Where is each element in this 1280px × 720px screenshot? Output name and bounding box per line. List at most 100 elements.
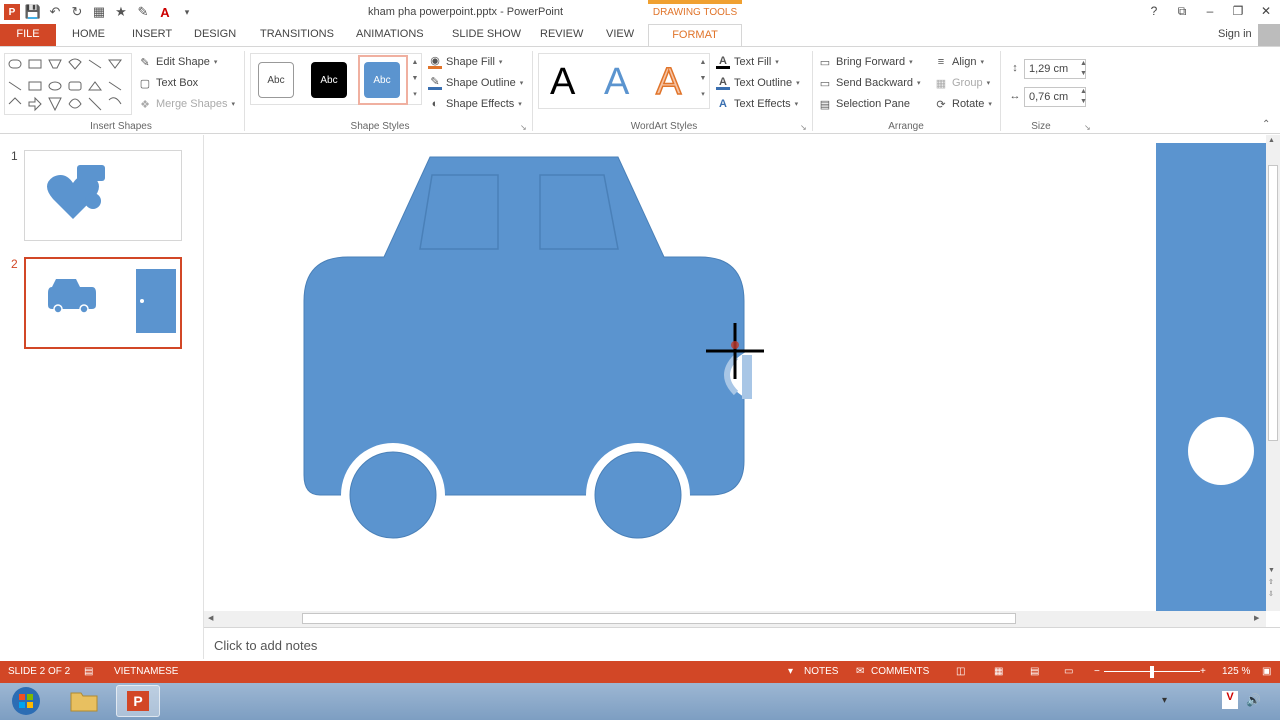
wordart-scroll[interactable]: ▲ ▼ ▾ bbox=[698, 55, 708, 103]
horizontal-scroll-thumb[interactable] bbox=[302, 613, 1016, 624]
file-explorer-button[interactable] bbox=[62, 685, 106, 717]
edit-shape-button[interactable]: ✎ Edit Shape ▾ bbox=[138, 53, 217, 71]
car-window-front bbox=[419, 174, 499, 250]
group-button[interactable]: ▦ Group ▾ bbox=[934, 74, 990, 92]
shape-effects-button[interactable]: ◐ Shape Effects ▾ bbox=[428, 95, 522, 113]
wordart-blue[interactable]: A bbox=[604, 61, 629, 104]
text-outline-button[interactable]: A Text Outline ▾ bbox=[716, 74, 800, 92]
slideshow-start-icon[interactable]: ▦ bbox=[90, 3, 108, 21]
slide-thumbnail-1[interactable] bbox=[24, 150, 182, 241]
merge-shapes-button[interactable]: ❖ Merge Shapes ▾ bbox=[138, 95, 235, 113]
quick-access-toolbar: P 💾 ↶ ↻ ▦ ★ ✎ A ▾ bbox=[4, 2, 196, 22]
tab-design[interactable]: DESIGN bbox=[186, 24, 244, 46]
undo-icon[interactable]: ↶ bbox=[46, 3, 64, 21]
zoom-out-icon[interactable]: − bbox=[1094, 666, 1100, 677]
tab-insert[interactable]: INSERT bbox=[124, 24, 180, 46]
volume-icon[interactable]: 🔊 bbox=[1246, 693, 1261, 707]
wordart-black[interactable]: A bbox=[550, 61, 575, 104]
shape-fill-button[interactable]: ◉ Shape Fill ▾ bbox=[428, 53, 502, 71]
avatar[interactable] bbox=[1258, 24, 1280, 46]
scroll-right-icon[interactable]: ▶ bbox=[1254, 614, 1259, 622]
minimize-button[interactable]: – bbox=[1196, 0, 1224, 22]
shape-height-input[interactable]: 1,29 cm bbox=[1024, 59, 1086, 79]
text-fill-icon: A bbox=[716, 55, 730, 69]
size-label: Size bbox=[1031, 121, 1051, 132]
slide-sorter-icon[interactable]: ▦ bbox=[994, 666, 1003, 677]
bring-forward-button[interactable]: ▭ Bring Forward ▾ bbox=[818, 53, 913, 71]
tray-label-icon: ▾ bbox=[1162, 695, 1168, 706]
wordart-orange[interactable]: A bbox=[655, 60, 682, 104]
normal-view-icon[interactable]: ◫ bbox=[956, 666, 965, 677]
slide-number: 1 bbox=[11, 149, 18, 163]
text-fill-button[interactable]: A Text Fill ▾ bbox=[716, 53, 779, 71]
dialog-launcher-icon[interactable]: ↘ bbox=[800, 123, 807, 132]
send-backward-button[interactable]: ▭ Send Backward ▾ bbox=[818, 74, 921, 92]
car-wheel-rear bbox=[349, 451, 437, 539]
close-button[interactable]: ✕ bbox=[1252, 0, 1280, 22]
zoom-level[interactable]: 125 % bbox=[1222, 666, 1250, 677]
vertical-scrollbar[interactable]: ▲ ▼ ⇧ ⇩ bbox=[1266, 135, 1280, 611]
drawing-tools-header: DRAWING TOOLS bbox=[648, 0, 742, 24]
tab-format[interactable]: FORMAT bbox=[648, 24, 742, 46]
shape-style-blue[interactable]: Abc bbox=[364, 62, 400, 98]
slide-thumbnail-2[interactable] bbox=[24, 257, 182, 349]
shape-style-black[interactable]: Abc bbox=[311, 62, 347, 98]
fit-to-window-icon[interactable]: ▣ bbox=[1262, 666, 1271, 677]
wordart-styles-label: WordArt Styles bbox=[630, 121, 698, 132]
selection-pane-button[interactable]: ▤ Selection Pane bbox=[818, 95, 910, 113]
sign-in-link[interactable]: Sign in bbox=[1218, 28, 1252, 40]
tab-view[interactable]: VIEW bbox=[598, 24, 642, 46]
shape-style-white[interactable]: Abc bbox=[258, 62, 294, 98]
scroll-nav-icon[interactable]: ▼ ⇧ ⇩ bbox=[1268, 565, 1275, 601]
shape-outline-button[interactable]: ✎ Shape Outline ▾ bbox=[428, 74, 523, 92]
rotate-button[interactable]: ⟳ Rotate ▾ bbox=[934, 95, 992, 113]
tab-home[interactable]: HOME bbox=[64, 24, 113, 46]
powerpoint-taskbar-button[interactable]: P bbox=[116, 685, 160, 717]
reading-view-icon[interactable]: ▤ bbox=[1030, 666, 1039, 677]
comments-toggle[interactable]: COMMENTS bbox=[871, 666, 929, 677]
collapse-ribbon-icon[interactable]: ⌃ bbox=[1262, 119, 1270, 130]
help-button[interactable]: ? bbox=[1140, 0, 1168, 22]
start-button[interactable] bbox=[4, 685, 48, 717]
shape-width-input[interactable]: 0,76 cm bbox=[1024, 87, 1086, 107]
tab-transitions[interactable]: TRANSITIONS bbox=[252, 24, 342, 46]
shapes-gallery[interactable] bbox=[4, 53, 132, 115]
horizontal-scrollbar[interactable]: ◀ ▶ bbox=[204, 611, 1266, 627]
zoom-in-icon[interactable]: + bbox=[1200, 666, 1206, 677]
slideshow-icon[interactable]: ▭ bbox=[1064, 666, 1073, 677]
gallery-scroll[interactable]: ▲ ▼ ▾ bbox=[410, 55, 420, 103]
tab-animations[interactable]: ANIMATIONS bbox=[348, 24, 432, 46]
tab-slide-show[interactable]: SLIDE SHOW bbox=[444, 24, 529, 46]
spell-check-icon[interactable]: ▤ bbox=[84, 666, 93, 677]
text-box-icon: ▢ bbox=[139, 77, 151, 90]
star-icon[interactable]: ★ bbox=[112, 3, 130, 21]
redo-icon[interactable]: ↻ bbox=[68, 3, 86, 21]
language-indicator[interactable]: VIETNAMESE bbox=[114, 666, 178, 677]
scroll-up-icon[interactable]: ▲ bbox=[1268, 137, 1275, 144]
font-color-icon[interactable]: A bbox=[156, 3, 174, 21]
customize-qat-icon[interactable]: ▾ bbox=[178, 3, 196, 21]
bring-forward-icon: ▭ bbox=[819, 56, 831, 69]
text-box-button[interactable]: ▢ Text Box bbox=[138, 74, 198, 92]
notes-toggle[interactable]: NOTES bbox=[804, 666, 838, 677]
save-icon[interactable]: 💾 bbox=[24, 3, 42, 21]
tab-file[interactable]: FILE bbox=[0, 24, 56, 46]
notes-placeholder: Click to add notes bbox=[214, 638, 318, 653]
vertical-scroll-thumb[interactable] bbox=[1268, 165, 1278, 441]
dialog-launcher-icon[interactable]: ↘ bbox=[1084, 123, 1091, 132]
width-spinner[interactable]: ▲ ▼ bbox=[1080, 87, 1090, 107]
align-button[interactable]: ≡ Align ▾ bbox=[934, 53, 984, 71]
tray-app-icon[interactable]: V bbox=[1222, 691, 1238, 709]
notes-pane[interactable]: Click to add notes bbox=[204, 627, 1280, 659]
dialog-launcher-icon[interactable]: ↘ bbox=[520, 123, 527, 132]
text-effects-button[interactable]: A Text Effects ▾ bbox=[716, 95, 798, 113]
tab-review[interactable]: REVIEW bbox=[532, 24, 591, 46]
format-painter-icon[interactable]: ✎ bbox=[134, 3, 152, 21]
zoom-slider-thumb[interactable] bbox=[1150, 666, 1154, 678]
slide-canvas[interactable] bbox=[204, 135, 1266, 611]
scroll-left-icon[interactable]: ◀ bbox=[208, 614, 213, 622]
restore-button[interactable]: ❐ bbox=[1224, 0, 1252, 22]
ribbon-display-button[interactable]: ⧉ bbox=[1168, 0, 1196, 22]
windows-logo-icon bbox=[12, 687, 40, 715]
height-spinner[interactable]: ▲ ▼ bbox=[1080, 59, 1090, 79]
